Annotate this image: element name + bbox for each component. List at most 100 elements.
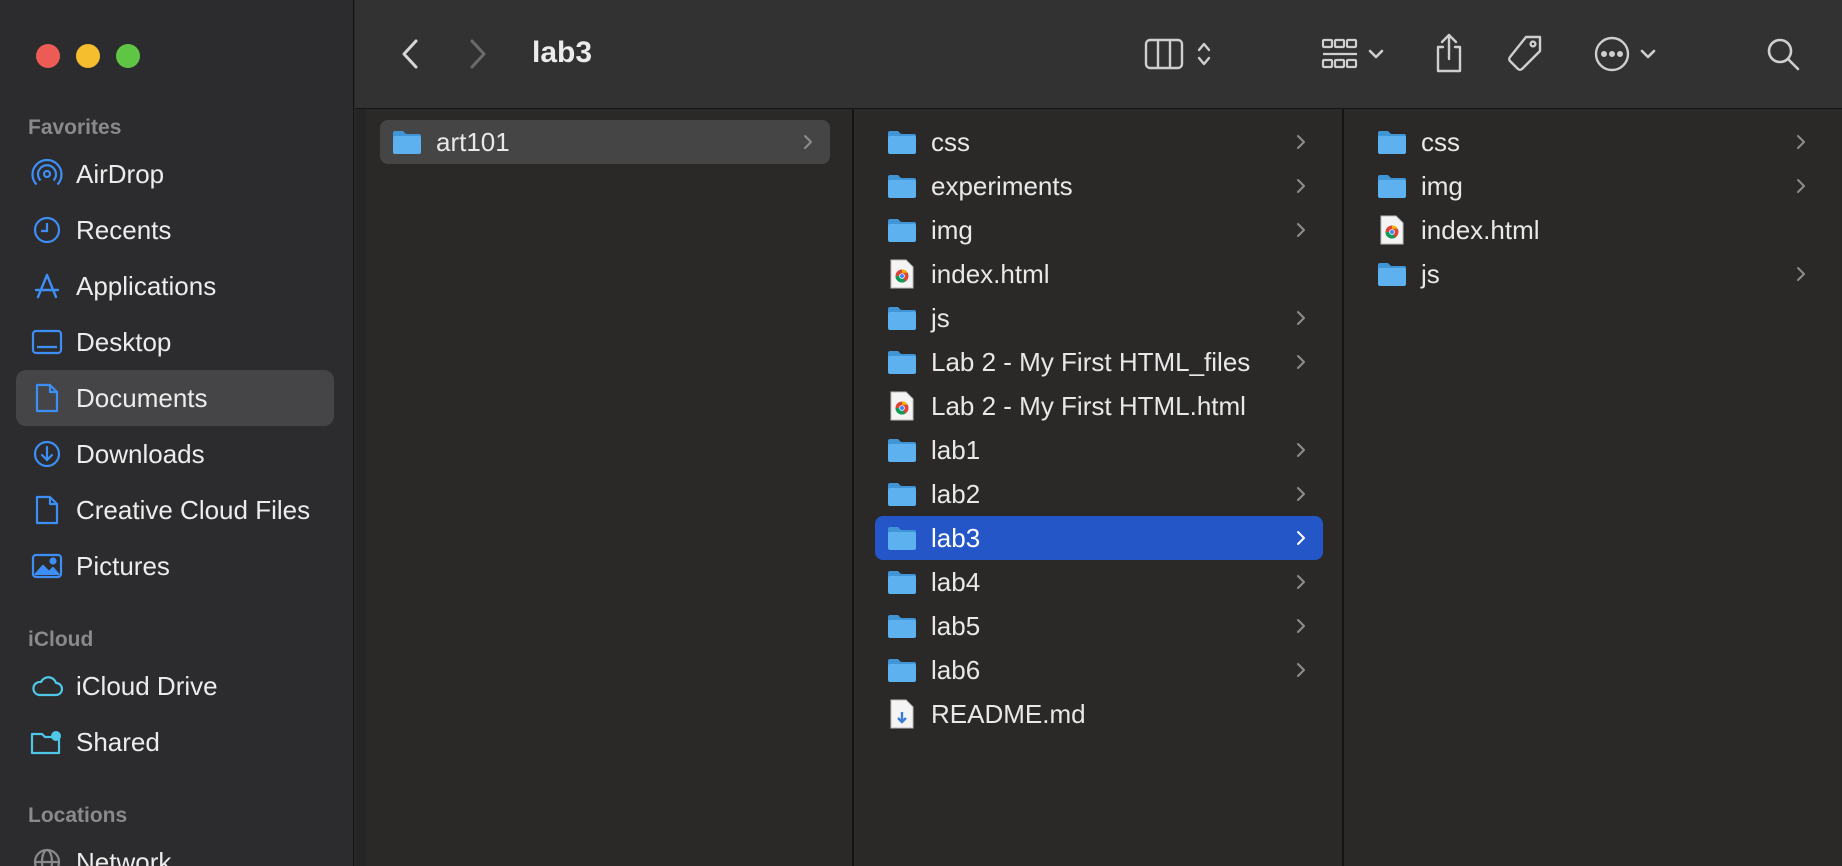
share-button[interactable] [1429,30,1469,76]
minimize-window-button[interactable] [76,44,100,68]
clock-icon [30,213,64,247]
sidebar-item-applications[interactable]: Applications [16,258,334,314]
folder-row-lab4[interactable]: lab4 [875,560,1323,604]
sidebar-item-network[interactable]: Network [16,834,334,866]
sidebar-item-creative-cloud-files[interactable]: Creative Cloud Files [16,482,334,538]
sidebar-item-label: Downloads [76,438,205,469]
column-view-icon [1144,38,1184,70]
item-name: art101 [436,126,510,157]
chrome-html-file-icon [1377,215,1407,245]
close-window-button[interactable] [36,44,60,68]
item-name: experiments [931,170,1073,201]
item-name: lab5 [931,610,981,641]
shared-folder-icon [30,725,64,759]
sidebar-item-desktop[interactable]: Desktop [16,314,334,370]
folder-icon [887,435,917,465]
more-actions-button[interactable] [1587,34,1663,74]
sidebar: Favorites AirDrop Recents Applications D… [0,0,354,866]
folder-icon [887,655,917,685]
folder-row-css[interactable]: css [1365,120,1823,164]
group-by-button[interactable] [1315,34,1391,74]
markdown-file-icon [887,699,917,729]
sidebar-item-shared[interactable]: Shared [16,714,334,770]
folder-row-lab3[interactable]: lab3 [875,516,1323,560]
chevron-right-icon [800,134,816,150]
chrome-html-file-icon [887,391,917,421]
sidebar-item-downloads[interactable]: Downloads [16,426,334,482]
folder-row-img[interactable]: img [875,208,1323,252]
folder-icon [1377,171,1407,201]
view-mode-button[interactable] [1133,34,1223,74]
item-name: README.md [931,698,1086,729]
folder-row-img[interactable]: img [1365,164,1823,208]
folder-row-css[interactable]: css [875,120,1323,164]
folder-row-experiments[interactable]: experiments [875,164,1323,208]
folder-row-lab5[interactable]: lab5 [875,604,1323,648]
sidebar-item-documents[interactable]: Documents [16,370,334,426]
item-name: lab1 [931,434,981,465]
sidebar-item-airdrop[interactable]: AirDrop [16,146,334,202]
forward-button[interactable] [463,36,493,72]
browser-column-1: art101 [355,109,854,866]
folder-icon [1377,259,1407,289]
sidebar-item-recents[interactable]: Recents [16,202,334,258]
chrome-html-file-icon [887,259,917,289]
sidebar-item-label: Desktop [76,326,172,357]
applications-icon [30,269,64,303]
chevron-right-icon [1793,134,1809,150]
sidebar-section-icloud: iCloud [28,628,94,651]
file-row-index-html[interactable]: index.html [1365,208,1823,252]
item-name: img [931,214,973,245]
item-name: index.html [1421,214,1540,245]
sidebar-item-icloud-drive[interactable]: iCloud Drive [16,658,334,714]
sidebar-item-label: Recents [76,214,172,245]
chevron-right-icon [1293,486,1309,502]
file-row-index-html[interactable]: index.html [875,252,1323,296]
file-row-lab-2-my-first-html-html[interactable]: Lab 2 - My First HTML.html [875,384,1323,428]
sidebar-item-label: Creative Cloud Files [76,494,311,525]
network-icon [30,845,64,866]
sidebar-item-label: Pictures [76,550,170,581]
sidebar-item-pictures[interactable]: Pictures [16,538,334,594]
folder-row-art101[interactable]: art101 [380,120,830,164]
back-button[interactable] [395,36,425,72]
folder-row-lab2[interactable]: lab2 [875,472,1323,516]
share-icon [1436,33,1462,73]
folder-row-lab6[interactable]: lab6 [875,648,1323,692]
pictures-icon [30,549,64,583]
sidebar-item-label: Shared [76,726,160,757]
zoom-window-button[interactable] [116,44,140,68]
chevron-right-icon [1293,134,1309,150]
tag-icon [1508,35,1542,71]
file-row-readme-md[interactable]: README.md [875,692,1323,736]
download-icon [30,437,64,471]
folder-row-js[interactable]: js [1365,252,1823,296]
grid-group-icon [1321,38,1358,69]
folder-icon [1377,127,1407,157]
folder-row-lab1[interactable]: lab1 [875,428,1323,472]
ellipsis-circle-icon [1594,36,1630,72]
sidebar-section-favorites: Favorites [28,116,122,139]
item-name: lab2 [931,478,981,509]
sidebar-item-label: Network [76,846,172,866]
item-name: js [931,302,950,333]
item-name: index.html [931,258,1050,289]
chevron-down-icon [1368,49,1384,59]
item-name: Lab 2 - My First HTML.html [931,390,1246,421]
item-name: js [1421,258,1440,289]
chevron-right-icon [1293,310,1309,326]
chevron-left-icon [402,39,418,69]
folder-icon [887,303,917,333]
chevron-right-icon [1293,178,1309,194]
item-name: lab3 [931,522,981,553]
tag-button[interactable] [1503,32,1547,76]
search-button[interactable] [1763,34,1803,74]
folder-row-js[interactable]: js [875,296,1323,340]
folder-icon [887,347,917,377]
sidebar-item-label: iCloud Drive [76,670,218,701]
folder-row-lab-2-my-first-html-files[interactable]: Lab 2 - My First HTML_files [875,340,1323,384]
chevron-right-icon [1793,266,1809,282]
chevron-right-icon [1293,662,1309,678]
document-icon [30,381,64,415]
window-title: lab3 [532,36,593,69]
